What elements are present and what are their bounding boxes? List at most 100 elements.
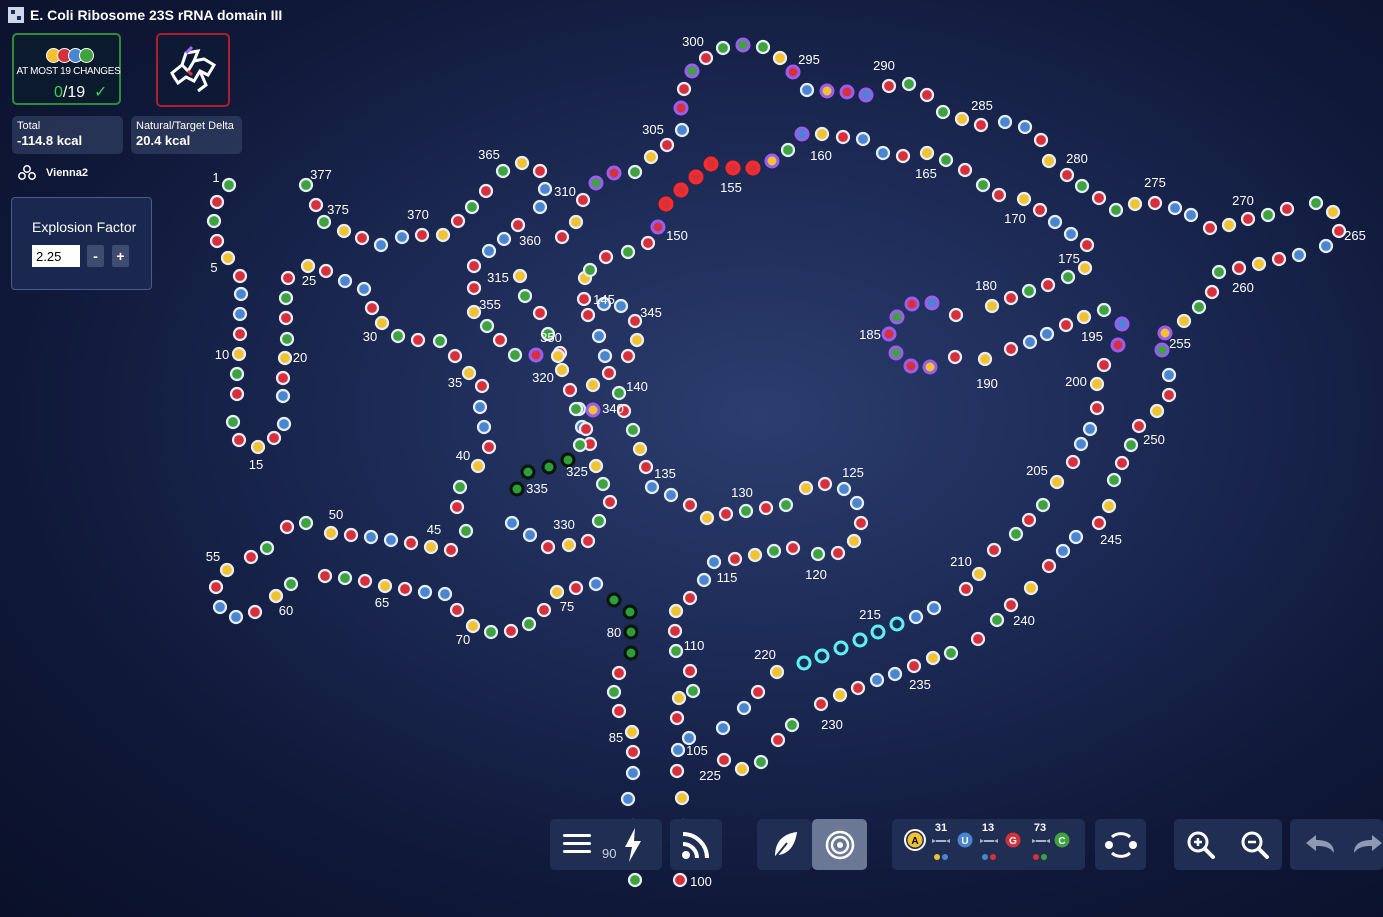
nucleotide[interactable] (554, 362, 570, 378)
nucleotide[interactable] (1221, 217, 1237, 233)
nucleotide[interactable] (576, 291, 592, 307)
nucleotide[interactable] (483, 624, 499, 640)
nucleotide[interactable] (470, 458, 486, 474)
nucleotide[interactable] (785, 64, 801, 80)
nucleotide[interactable] (1096, 357, 1112, 373)
nucleotide[interactable] (466, 258, 482, 274)
nucleotide[interactable] (904, 296, 920, 312)
nucleotide[interactable] (597, 348, 613, 364)
nucleotide[interactable] (243, 549, 259, 565)
nucleotide[interactable] (465, 618, 481, 634)
nucleotide[interactable] (1114, 455, 1130, 471)
nucleotide[interactable] (549, 584, 565, 600)
nucleotide[interactable] (580, 307, 596, 323)
nucleotide[interactable] (670, 742, 686, 758)
nucleotide[interactable] (887, 666, 903, 682)
nucleotide[interactable] (377, 578, 393, 594)
nucleotide[interactable] (232, 306, 248, 322)
nucleotide[interactable] (668, 603, 684, 619)
nucleotide[interactable] (924, 295, 940, 311)
hamburger-icon[interactable] (562, 832, 592, 856)
nucleotide[interactable] (975, 177, 991, 193)
nucleotide[interactable] (1089, 400, 1105, 416)
nucleotide[interactable] (1021, 283, 1037, 299)
nucleotide[interactable] (1183, 207, 1199, 223)
nucleotide[interactable] (1260, 207, 1276, 223)
nucleotide[interactable] (1039, 326, 1055, 342)
nucleotide[interactable] (464, 199, 480, 215)
nucleotide[interactable] (532, 199, 548, 215)
nucleotide[interactable] (316, 214, 332, 230)
nucleotide[interactable] (585, 402, 601, 418)
nucleotide[interactable] (373, 237, 389, 253)
nucleotide[interactable] (481, 243, 497, 259)
nucleotide[interactable] (578, 421, 594, 437)
nucleotide[interactable] (517, 288, 533, 304)
nucleotide[interactable] (247, 604, 263, 620)
nucleotide[interactable] (568, 580, 584, 596)
undo-icon[interactable] (1304, 833, 1336, 857)
nucleotide[interactable] (219, 562, 235, 578)
nucleotide[interactable] (624, 724, 640, 740)
nucleotide[interactable] (356, 281, 372, 297)
nucleotide[interactable] (1096, 302, 1112, 318)
nucleotide[interactable] (279, 519, 295, 535)
nucleotide[interactable] (672, 872, 688, 888)
nucleotide[interactable] (620, 244, 636, 260)
nucleotide[interactable] (208, 579, 224, 595)
nucleotide[interactable] (588, 576, 604, 592)
nucleotide[interactable] (562, 382, 578, 398)
nucleotide[interactable] (817, 476, 833, 492)
nucleotide[interactable] (1073, 436, 1089, 452)
nucleotide[interactable] (769, 664, 785, 680)
nucleotide[interactable] (1035, 497, 1051, 513)
nucleotide[interactable] (1060, 269, 1076, 285)
nucleotide[interactable] (676, 81, 692, 97)
nucleotide[interactable] (390, 328, 406, 344)
nucleotide[interactable] (758, 500, 774, 516)
nucleotide[interactable] (623, 645, 639, 661)
nucleotide[interactable] (908, 609, 924, 625)
nucleotide[interactable] (684, 63, 700, 79)
nucleotide[interactable] (926, 600, 942, 616)
nucleotide-layer[interactable] (206, 37, 1347, 888)
nucleotide[interactable] (595, 476, 611, 492)
nucleotide[interactable] (852, 632, 868, 648)
nucleotide[interactable] (785, 540, 801, 556)
nucleotide[interactable] (229, 366, 245, 382)
nucleotide[interactable] (671, 690, 687, 706)
explosion-decrease-button[interactable]: - (87, 245, 104, 267)
nucleotide[interactable] (1089, 376, 1105, 392)
nucleotide[interactable] (991, 187, 1007, 203)
nucleotide[interactable] (478, 183, 494, 199)
nucleotide[interactable] (588, 458, 604, 474)
nucleotide[interactable] (298, 515, 314, 531)
nucleotide[interactable] (673, 182, 689, 198)
nucleotide[interactable] (796, 655, 812, 671)
nucleotide[interactable] (850, 680, 866, 696)
nucleotide[interactable] (1068, 529, 1084, 545)
nucleotide[interactable] (1108, 202, 1124, 218)
nucleotide[interactable] (250, 439, 266, 455)
nucleotide[interactable] (1074, 178, 1090, 194)
nucleotide[interactable] (830, 545, 846, 561)
nucleotide[interactable] (1202, 220, 1218, 236)
nucleotide[interactable] (268, 588, 284, 604)
nucleotide[interactable] (943, 645, 959, 661)
nucleotide[interactable] (919, 145, 935, 161)
nucleotide[interactable] (1271, 251, 1287, 267)
nucleotide[interactable] (1231, 260, 1247, 276)
nucleotide[interactable] (1077, 260, 1093, 276)
nucleotide[interactable] (1049, 474, 1065, 490)
nucleotide[interactable] (206, 213, 222, 229)
nucleotide[interactable] (374, 315, 390, 331)
nucleotide[interactable] (443, 542, 459, 558)
nucleotide[interactable] (832, 687, 848, 703)
nucleotide[interactable] (889, 309, 905, 325)
nucleotide[interactable] (601, 365, 617, 381)
nucleotide[interactable] (853, 515, 869, 531)
swap-pairs-button[interactable] (1095, 819, 1146, 870)
nucleotide[interactable] (725, 160, 741, 176)
nucleotide[interactable] (1154, 342, 1170, 358)
nucleotide[interactable] (977, 351, 993, 367)
